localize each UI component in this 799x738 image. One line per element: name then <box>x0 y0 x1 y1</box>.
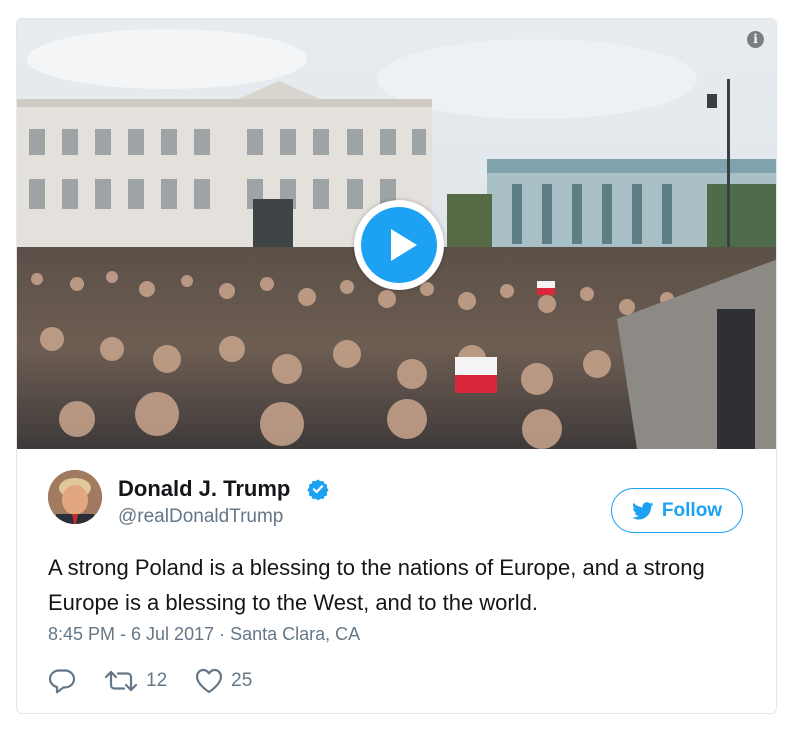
heart-icon <box>196 668 223 694</box>
play-icon <box>361 207 437 283</box>
reply-button[interactable] <box>48 668 76 694</box>
like-button[interactable]: 25 <box>195 668 252 694</box>
follow-label: Follow <box>661 499 723 521</box>
info-icon[interactable]: i <box>747 31 764 48</box>
retweet-icon <box>104 670 138 692</box>
tweet-actions: 12 25 <box>48 666 252 696</box>
display-name[interactable]: Donald J. Trump <box>118 476 290 502</box>
reply-icon <box>48 669 76 694</box>
play-button[interactable] <box>354 200 444 290</box>
user-handle[interactable]: @realDonaldTrump <box>118 506 283 528</box>
retweet-count: 12 <box>146 670 168 691</box>
avatar-image <box>48 470 102 524</box>
like-count: 25 <box>231 670 253 691</box>
verified-badge-icon <box>307 479 329 500</box>
twitter-bird-icon <box>632 501 654 519</box>
tweet-timestamp[interactable]: 8:45 PM - 6 Jul 2017 · Santa Clara, CA <box>48 624 360 645</box>
follow-button[interactable]: Follow <box>611 488 743 533</box>
retweet-button[interactable]: 12 <box>104 668 167 694</box>
tweet-text: A strong Poland is a blessing to the nat… <box>48 555 705 615</box>
tweet-header: Donald J. Trump @realDonaldTrump Follow <box>17 449 776 539</box>
tweet-card: i Donald J. Trump @realDonaldTrump Follo… <box>16 18 777 714</box>
video-thumbnail[interactable]: i <box>17 19 776 449</box>
avatar[interactable] <box>48 470 102 524</box>
